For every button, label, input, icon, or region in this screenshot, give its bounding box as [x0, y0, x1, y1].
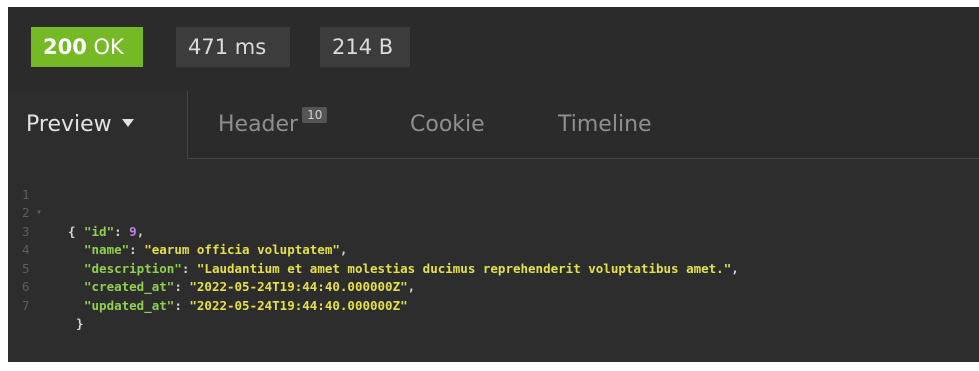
status-text: OK	[93, 35, 124, 59]
status-code-badge: 200 OK	[31, 27, 143, 67]
response-tabs: Preview Header 10 Cookie Timeline	[8, 91, 979, 159]
code-line: 2 "id": 9,	[22, 205, 145, 239]
tab-cookie-label: Cookie	[410, 112, 485, 137]
code-line: 6 "updated_at": "2022-05-24T19:44:40.000…	[22, 279, 408, 313]
status-code: 200	[43, 35, 87, 59]
close-brace: }	[76, 316, 84, 331]
json-preview[interactable]: 1 ▾ { 2 "id": 9, 3 "name": "earum offici…	[8, 167, 979, 362]
json-key: "updated_at"	[84, 297, 175, 313]
response-size-badge: 214 B	[320, 27, 410, 67]
code-line: 3 "name": "earum officia voluptatem",	[22, 223, 348, 258]
tab-timeline-label: Timeline	[558, 112, 652, 137]
code-line: 4 "description": "Laudantium et amet mol…	[22, 242, 739, 276]
line-number: 7	[22, 297, 30, 313]
response-status-bar: 200 OK 471 ms 214 B	[8, 7, 979, 91]
header-count-badge: 10	[302, 107, 328, 123]
tab-preview-label: Preview	[26, 112, 112, 137]
tab-header-label: Header	[218, 112, 299, 137]
code-line: 5 "created_at": "2022-05-24T19:44:40.000…	[22, 260, 416, 295]
caret-down-icon[interactable]	[121, 119, 134, 127]
code-line: 7 }	[8, 278, 979, 332]
tab-cookie[interactable]: Cookie	[410, 91, 485, 158]
response-time-badge: 471 ms	[176, 27, 290, 67]
json-value: "2022-05-24T19:44:40.000000Z"	[189, 297, 408, 313]
tab-timeline[interactable]: Timeline	[558, 91, 652, 158]
response-panel: 200 OK 471 ms 214 B Preview Header 10 Coo…	[8, 7, 979, 362]
code-line: 1 ▾ {	[8, 167, 979, 239]
tab-header[interactable]: Header 10	[218, 91, 328, 158]
tab-preview[interactable]: Preview	[8, 91, 188, 159]
